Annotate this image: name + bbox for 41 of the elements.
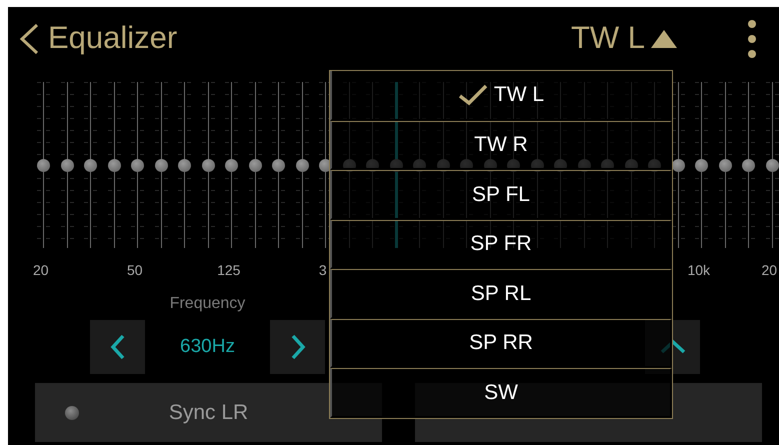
frequency-down-button[interactable] — [90, 320, 145, 374]
frequency-tick-label: 20 — [32, 261, 50, 278]
slider-thumb[interactable] — [248, 159, 262, 172]
frequency-tick-label: 125 — [216, 261, 242, 278]
slider-thumb[interactable] — [108, 159, 121, 172]
slider-thumb[interactable] — [37, 159, 50, 172]
frequency-tick-label: 20 — [760, 261, 778, 278]
slider-thumb[interactable] — [131, 159, 144, 172]
more-options-icon[interactable] — [747, 18, 757, 58]
check-icon — [458, 84, 488, 106]
channel-option[interactable]: SP RL — [330, 269, 672, 318]
slider-thumb[interactable] — [84, 159, 98, 172]
slider-thumb[interactable] — [272, 159, 286, 172]
chevron-right-icon — [290, 334, 306, 360]
back-icon[interactable] — [18, 22, 40, 54]
slider-thumb[interactable] — [718, 159, 732, 172]
slider-thumb[interactable] — [60, 159, 74, 172]
slider-thumb[interactable] — [695, 159, 708, 172]
channel-option[interactable]: SW — [330, 368, 672, 418]
sync-lr-button[interactable]: Sync LR — [35, 383, 382, 442]
frequency-tick-label: 3 — [318, 261, 328, 278]
slider-thumb[interactable] — [202, 159, 215, 172]
frequency-value: 630Hz — [179, 334, 236, 359]
slider-thumb[interactable] — [742, 159, 756, 172]
slider-thumb[interactable] — [154, 159, 168, 172]
frequency-label: Frequency — [168, 294, 246, 314]
frequency-tick-label: 10k — [686, 261, 712, 278]
slider-thumb[interactable] — [178, 159, 192, 172]
frequency-tick-label: 50 — [126, 261, 144, 278]
slider-thumb[interactable] — [225, 159, 238, 172]
chevron-left-icon — [110, 334, 126, 360]
channel-option[interactable]: SP FR — [330, 220, 672, 269]
frequency-up-button[interactable] — [270, 320, 325, 374]
channel-option[interactable]: SP RR — [330, 318, 672, 368]
caret-icon[interactable] — [649, 28, 679, 50]
slider-thumb[interactable] — [296, 159, 309, 172]
screen-title: Equalizer — [48, 19, 178, 58]
channel-selector[interactable]: TW L — [570, 15, 645, 62]
channel-option[interactable]: SP FL — [330, 170, 672, 220]
channel-option[interactable]: TW R — [330, 120, 672, 170]
slider-thumb[interactable] — [766, 159, 779, 172]
